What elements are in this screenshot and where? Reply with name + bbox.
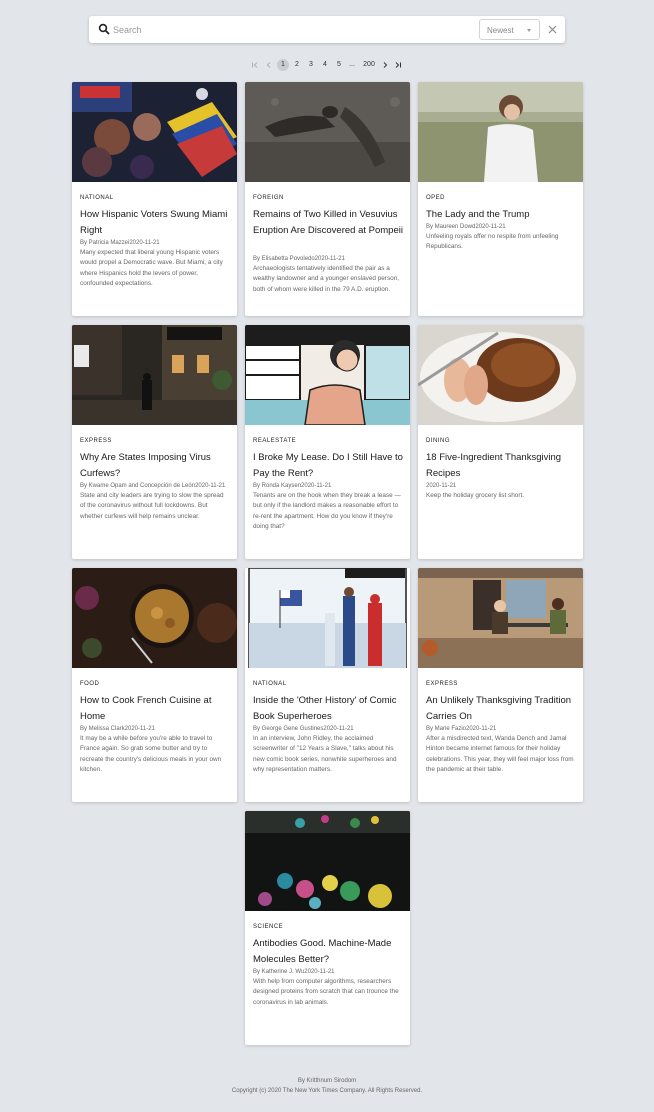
article-text: By George Gene Gustines2020-11-21 In an … (253, 725, 403, 775)
article-section: NATIONAL (80, 195, 114, 201)
article-card[interactable]: REALESTATE I Broke My Lease. Do I Still … (245, 325, 410, 559)
article-card[interactable]: EXPRESS Why Are States Imposing Virus Cu… (72, 325, 237, 559)
chevron-down-icon (527, 29, 531, 32)
page-3-button[interactable]: 3 (307, 59, 315, 71)
article-card[interactable]: OPED The Lady and the Trump By Maureen D… (418, 82, 583, 316)
article-card[interactable]: FOOD How to Cook French Cuisine at Home … (72, 568, 237, 802)
article-image (418, 568, 583, 668)
article-byline: By Marie Fazio2020-11-21 (426, 726, 497, 732)
search-input[interactable] (113, 20, 453, 39)
article-image (245, 325, 410, 425)
article-section: EXPRESS (80, 438, 112, 444)
article-image (245, 811, 410, 911)
chevron-right-icon (383, 62, 388, 68)
search-icon (98, 23, 110, 35)
article-title[interactable]: I Broke My Lease. Do I Still Have to Pay… (253, 450, 403, 482)
article-byline: By Kwame Opam and Concepción de León2020… (80, 483, 226, 489)
last-page-button[interactable] (394, 59, 402, 71)
article-text: By Melissa Clark2020-11-21 It may be a w… (80, 725, 230, 775)
article-byline: By Patricia Mazzei2020-11-21 (80, 240, 160, 246)
article-title[interactable]: Inside the 'Other History' of Comic Book… (253, 693, 403, 725)
article-section: SCIENCE (253, 924, 284, 930)
article-text: By Patricia Mazzei2020-11-21 Many expect… (80, 239, 230, 289)
article-summary: After a misdirected text, Wanda Dench an… (426, 735, 574, 773)
article-image (72, 568, 237, 668)
article-text: By Elisabetta Povoledo2020-11-21 Archaeo… (253, 255, 403, 295)
article-title[interactable]: Why Are States Imposing Virus Curfews? (80, 450, 230, 482)
article-summary: Keep the holiday grocery list short. (426, 492, 525, 499)
article-card[interactable]: SCIENCE Antibodies Good. Machine-Made Mo… (245, 811, 410, 1045)
article-image (418, 325, 583, 425)
article-image (72, 82, 237, 182)
footer-copyright: Copyright (c) 2020 The New York Times Co… (231, 1088, 423, 1094)
page-4-button[interactable]: 4 (321, 59, 329, 71)
article-summary: It may be a while before you're able to … (80, 735, 222, 773)
article-text: 2020-11-21 Keep the holiday grocery list… (426, 482, 576, 501)
article-text: By Katherine J. Wu2020-11-21 With help f… (253, 968, 403, 1008)
page-200-button[interactable]: 200 (360, 59, 378, 71)
article-section: EXPRESS (426, 681, 458, 687)
article-byline: By Katherine J. Wu2020-11-21 (253, 969, 335, 975)
article-byline: By Maureen Dowd2020-11-21 (426, 224, 506, 230)
article-image (245, 568, 410, 668)
article-card[interactable]: EXPRESS An Unlikely Thanksgiving Traditi… (418, 568, 583, 802)
article-byline: By Elisabetta Povoledo2020-11-21 (253, 256, 345, 262)
prev-page-button[interactable] (265, 59, 273, 71)
article-summary: Many expected that liberal young Hispani… (80, 249, 223, 287)
article-summary: Archaeologists tentatively identified th… (253, 265, 400, 293)
article-summary: Tenants are on the hook when they break … (253, 492, 401, 530)
article-card[interactable]: NATIONAL Inside the 'Other History' of C… (245, 568, 410, 802)
article-section: REALESTATE (253, 438, 297, 444)
chevron-left-icon (266, 62, 271, 68)
page-1-button[interactable]: 1 (277, 59, 289, 71)
article-section: NATIONAL (253, 681, 287, 687)
first-page-button[interactable] (251, 59, 259, 71)
article-title[interactable]: The Lady and the Trump (426, 207, 576, 223)
article-image (418, 82, 583, 182)
sort-select[interactable]: Newest (479, 19, 540, 40)
footer-author: By Kritthnum Sirodom (297, 1078, 357, 1084)
article-section: FOOD (80, 681, 100, 687)
first-page-icon (252, 62, 258, 68)
article-summary: In an interview, John Ridley, the acclai… (253, 735, 397, 773)
article-text: By Maureen Dowd2020-11-21 Unfeeling roya… (426, 223, 576, 253)
article-title[interactable]: How to Cook French Cuisine at Home (80, 693, 230, 725)
article-title[interactable]: Antibodies Good. Machine-Made Molecules … (253, 936, 403, 968)
article-card[interactable]: FOREIGN Remains of Two Killed in Vesuviu… (245, 82, 410, 316)
article-section: FOREIGN (253, 195, 284, 201)
pagination: 1 2 3 4 5 ... 200 (0, 59, 654, 71)
next-page-button[interactable] (381, 59, 389, 71)
article-image (245, 82, 410, 182)
pagination-ellipsis: ... (349, 61, 355, 68)
article-text: By Kwame Opam and Concepción de León2020… (80, 482, 230, 522)
sort-select-value: Newest (487, 26, 514, 35)
article-byline: By George Gene Gustines2020-11-21 (253, 726, 354, 732)
article-title[interactable]: An Unlikely Thanksgiving Tradition Carri… (426, 693, 576, 725)
article-byline: By Melissa Clark2020-11-21 (80, 726, 155, 732)
article-section: OPED (426, 195, 446, 201)
article-title[interactable]: 18 Five-Ingredient Thanksgiving Recipes (426, 450, 576, 482)
article-text: By Marie Fazio2020-11-21 After a misdire… (426, 725, 576, 775)
article-card[interactable]: NATIONAL How Hispanic Voters Swung Miami… (72, 82, 237, 316)
article-title[interactable]: Remains of Two Killed in Vesuvius Erupti… (253, 207, 403, 239)
article-title[interactable]: How Hispanic Voters Swung Miami Right (80, 207, 230, 239)
article-card[interactable]: DINING 18 Five-Ingredient Thanksgiving R… (418, 325, 583, 559)
article-section: DINING (426, 438, 450, 444)
page-5-button[interactable]: 5 (335, 59, 343, 71)
page-2-button[interactable]: 2 (293, 59, 301, 71)
article-summary: With help from computer algorithms, rese… (253, 978, 399, 1006)
article-byline: By Ronda Kaysen2020-11-21 (253, 483, 332, 489)
article-byline: 2020-11-21 (426, 483, 457, 489)
article-text: By Ronda Kaysen2020-11-21 Tenants are on… (253, 482, 403, 532)
article-image (72, 325, 237, 425)
clear-search-button[interactable] (546, 23, 559, 36)
last-page-icon (395, 62, 401, 68)
article-summary: State and city leaders are trying to slo… (80, 492, 224, 520)
search-bar: Newest (89, 16, 565, 43)
article-summary: Unfeeling royals offer no respite from u… (426, 233, 559, 251)
